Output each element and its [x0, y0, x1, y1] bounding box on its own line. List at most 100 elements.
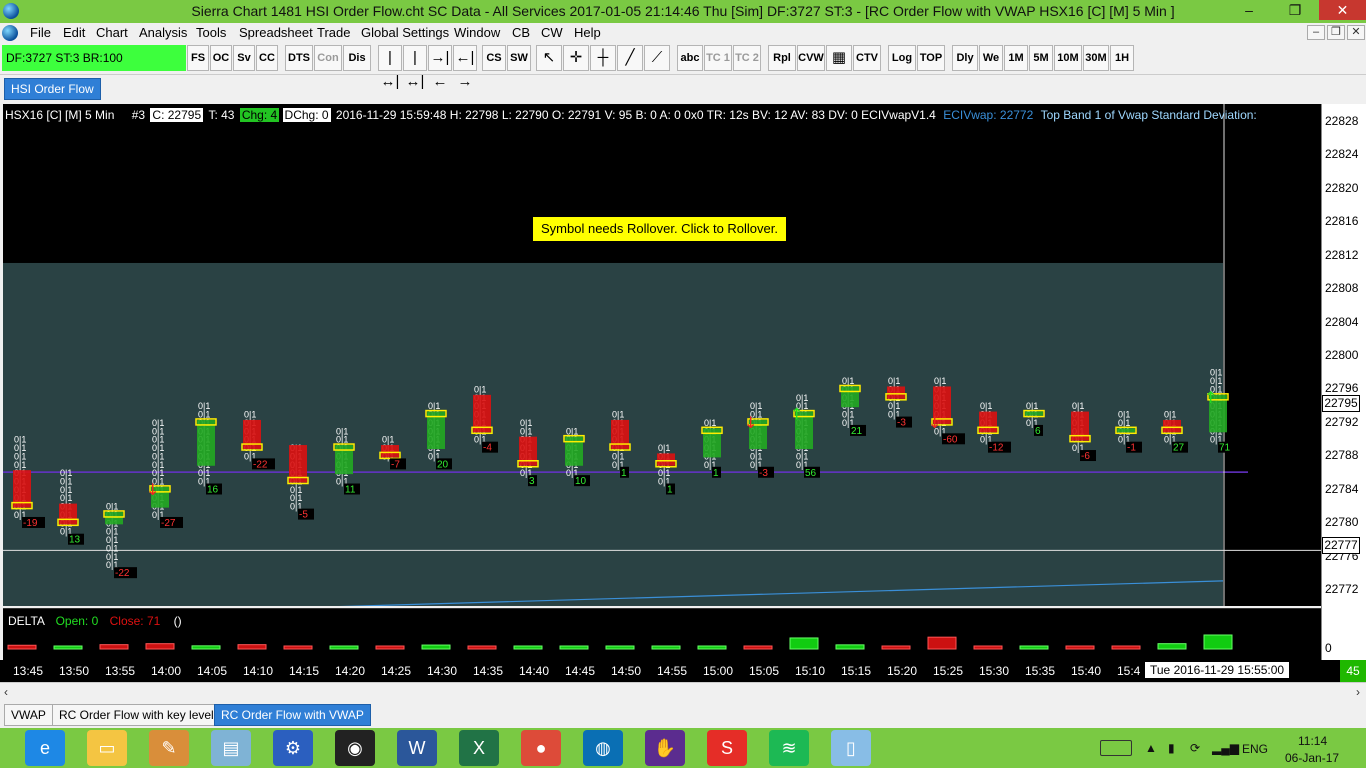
notepad-icon[interactable]: ▯: [831, 730, 871, 766]
ray-icon[interactable]: ⟋: [644, 45, 670, 71]
menu-global-settings[interactable]: Global Settings: [361, 25, 449, 40]
delta-panel[interactable]: DELTA Open: 0 Close: 71 (): [3, 608, 1321, 660]
delta-value: -3: [897, 418, 906, 429]
toolbar-button-cs[interactable]: CS: [482, 45, 506, 71]
network-icon[interactable]: ▂▄▆: [1212, 741, 1239, 755]
explorer-icon[interactable]: ▭: [87, 730, 127, 766]
compress-icon[interactable]: →|←: [428, 45, 452, 90]
crosshair-icon[interactable]: ✛: [563, 45, 589, 71]
toolbar-button-rpl[interactable]: Rpl: [768, 45, 796, 71]
toolbar-button-30m[interactable]: 30M: [1083, 45, 1109, 71]
restore-button[interactable]: ❐: [1272, 0, 1318, 20]
toolbar-button-cvw[interactable]: CVW: [797, 45, 825, 71]
minimize-button[interactable]: –: [1226, 0, 1272, 20]
menu-edit[interactable]: Edit: [63, 25, 85, 40]
menu-trade[interactable]: Trade: [317, 25, 350, 40]
mdi-close-button[interactable]: ✕: [1347, 25, 1365, 40]
toolbar-button-log[interactable]: Log: [888, 45, 916, 71]
paint-icon[interactable]: ✎: [149, 730, 189, 766]
stock-icon[interactable]: S: [707, 730, 747, 766]
expand-icon[interactable]: ←|→: [453, 45, 477, 90]
horizontal-scrollbar[interactable]: ‹ ›: [0, 682, 1366, 700]
toolbar-button-dis[interactable]: Dis: [343, 45, 371, 71]
sync-icon[interactable]: ⟳: [1190, 741, 1200, 755]
rollover-notice[interactable]: Symbol needs Rollover. Click to Rollover…: [533, 217, 786, 241]
menu-spreadsheet[interactable]: Spreadsheet: [239, 25, 313, 40]
clock-date[interactable]: 06-Jan-17: [1285, 751, 1339, 765]
toolbar-button-1h[interactable]: 1H: [1110, 45, 1134, 71]
tab-rc-order-flow-vwap[interactable]: RC Order Flow with VWAP: [214, 704, 371, 726]
line-icon[interactable]: ╱: [617, 45, 643, 71]
price-chart[interactable]: 0|10|10|10|10|10|10|10|10|10|1-190|10|10…: [3, 104, 1321, 606]
toolbar-button-5m[interactable]: 5M: [1029, 45, 1053, 71]
toolbar-button-abc[interactable]: abc: [677, 45, 703, 71]
toolbar-button-oc[interactable]: OC: [210, 45, 232, 71]
tray-arrow-icon[interactable]: ▲: [1145, 741, 1157, 755]
toolbar-button-dly[interactable]: Dly: [952, 45, 978, 71]
menu-tools[interactable]: Tools: [196, 25, 226, 40]
spotify-icon[interactable]: ≋: [769, 730, 809, 766]
mdi-restore-button[interactable]: ❐: [1327, 25, 1345, 40]
delta-bar: [513, 645, 543, 650]
toolbar-button-10m[interactable]: 10M: [1054, 45, 1082, 71]
media-icon[interactable]: ◉: [335, 730, 375, 766]
chart-tab-hsi-order-flow[interactable]: HSI Order Flow: [4, 78, 101, 100]
info-trades: T: 43: [208, 108, 235, 122]
language-indicator[interactable]: ENG: [1242, 742, 1268, 756]
toolbar-button-cc[interactable]: CC: [256, 45, 278, 71]
price-tick-label: 0: [1325, 641, 1332, 655]
toolbar-button-sw[interactable]: SW: [507, 45, 531, 71]
cross-icon[interactable]: ┼: [590, 45, 616, 71]
menu-window[interactable]: Window: [454, 25, 500, 40]
toolbar-button-fs[interactable]: FS: [187, 45, 209, 71]
app-menu-icon[interactable]: [2, 25, 18, 41]
price-axis[interactable]: 22828 22824 22820 22816 22812 22808 22804 22800…: [1321, 104, 1366, 660]
mdi-minimize-button[interactable]: –: [1307, 25, 1325, 40]
toolbar-button-ctv[interactable]: CTV: [853, 45, 881, 71]
scroll-left-icon[interactable]: ‹: [4, 685, 8, 699]
menu-analysis[interactable]: Analysis: [139, 25, 187, 40]
menu-chart[interactable]: Chart: [96, 25, 128, 40]
toolbar-button-con[interactable]: Con: [314, 45, 342, 71]
time-tick-label: 13:55: [105, 664, 136, 678]
time-tick-label: 14:40: [519, 664, 550, 678]
menu-file[interactable]: File: [30, 25, 51, 40]
time-tick-label: 14:50: [611, 664, 642, 678]
excel-icon[interactable]: X: [459, 730, 499, 766]
notes-icon[interactable]: ▤: [211, 730, 251, 766]
tab-vwap[interactable]: VWAP: [4, 704, 53, 726]
pointer-icon[interactable]: ↖: [536, 45, 562, 71]
tab-rc-order-flow-key-level[interactable]: RC Order Flow with key level: [52, 704, 221, 726]
chrome-icon[interactable]: ●: [521, 730, 561, 766]
onenote-icon[interactable]: ✋: [645, 730, 685, 766]
toolbar-button-dts[interactable]: DTS: [285, 45, 313, 71]
footprint-cell: 0|10|10|10|10|10|10|10|1: [106, 502, 118, 571]
scroll-right-icon[interactable]: ›: [1356, 685, 1360, 699]
toolbar-button-tc-1[interactable]: TC 1: [704, 45, 732, 71]
menu-cw[interactable]: CW: [541, 25, 563, 40]
word-icon[interactable]: W: [397, 730, 437, 766]
toolbar-button-tc-2[interactable]: TC 2: [733, 45, 761, 71]
chart-canvas[interactable]: 0|10|10|10|10|10|10|10|10|10|1-190|10|10…: [3, 104, 1321, 606]
price-tick-label: 22780: [1325, 515, 1359, 530]
toolbar-button-1m[interactable]: 1M: [1004, 45, 1028, 71]
toolbar-button-we[interactable]: We: [979, 45, 1003, 71]
trade-window-icon[interactable]: ▦: [826, 45, 852, 71]
ie-icon[interactable]: e: [25, 730, 65, 766]
menu-bar: File Edit Chart Analysis Tools Spreadshe…: [0, 23, 1366, 43]
battery-icon[interactable]: ▮: [1168, 741, 1175, 755]
close-button[interactable]: ✕: [1319, 0, 1366, 20]
delta-value: 71: [1219, 443, 1231, 454]
keyboard-icon[interactable]: [1100, 740, 1132, 756]
zoom-width-icon[interactable]: |↔|: [378, 45, 402, 90]
delta-value: 21: [851, 426, 863, 437]
sierra-icon[interactable]: ◍: [583, 730, 623, 766]
toolbar-button-sv[interactable]: Sv: [233, 45, 255, 71]
toolbar-button-top[interactable]: TOP: [917, 45, 945, 71]
menu-cb[interactable]: CB: [512, 25, 530, 40]
zoom-bars-icon[interactable]: |↔|: [403, 45, 427, 90]
clock-time[interactable]: 11:14: [1298, 734, 1327, 748]
settings-icon[interactable]: ⚙: [273, 730, 313, 766]
time-axis[interactable]: 13:45 13:50 13:55 14:00 14:05 14:10 14:15 14:20…: [0, 660, 1340, 682]
menu-help[interactable]: Help: [574, 25, 601, 40]
